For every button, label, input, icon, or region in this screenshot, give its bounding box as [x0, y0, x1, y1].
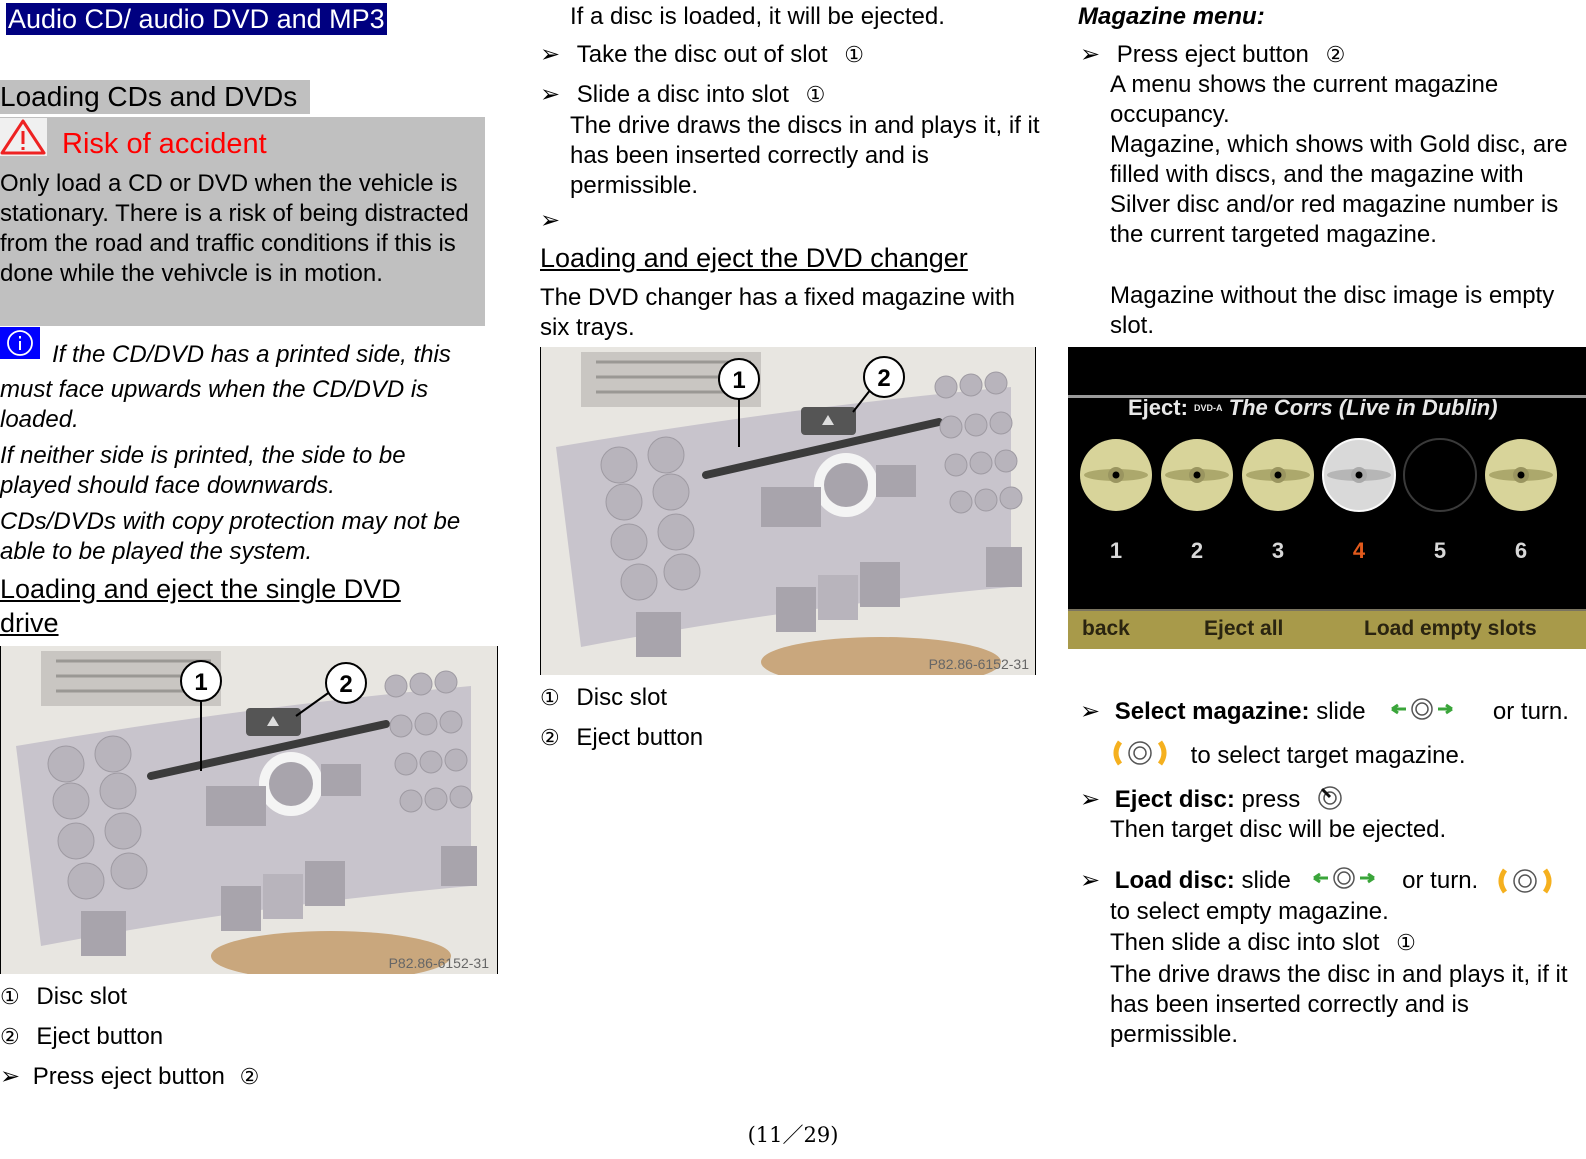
magazine-menu-heading: Magazine menu: — [1078, 3, 1265, 30]
legend-item-disc-slot: ① Disc slot — [540, 684, 668, 711]
press-detail-2: Magazine, which shows with Gold disc, ar… — [1110, 131, 1568, 248]
warning-box: Risk of accident Only load a CD or DVD w… — [0, 117, 485, 326]
info-note-3: CDs/DVDs with copy protection may not be… — [0, 508, 461, 565]
eject-title: Eject: DVD-A The Corrs (Live in Dublin) — [1128, 395, 1498, 420]
disc-slot-1-filled-icon[interactable] — [1077, 436, 1155, 514]
warning-title: Risk of accident — [62, 128, 267, 160]
menu-load-empty-slots[interactable]: Load empty slots — [1364, 615, 1537, 643]
disc-slot-number: 2 — [1190, 538, 1204, 563]
dvd-audio-badge-icon: DVD-A — [1194, 403, 1223, 413]
photo-code: P82.86-6152-31 — [929, 656, 1030, 672]
section-heading-dvd-changer: Loading and eject the DVD changer — [540, 243, 968, 273]
marker-2-icon: ② — [540, 725, 560, 750]
legend-item-eject-button: ② Eject button — [540, 724, 704, 751]
marker-1-icon: ① — [540, 685, 560, 710]
bullet-arrow-icon: ➢ — [1080, 867, 1101, 894]
legend-item-eject-button: ② Eject button — [0, 1023, 164, 1050]
disc-slot-number: 3 — [1271, 538, 1285, 563]
section-heading-single-drive: Loading and eject the single DVD drive — [0, 574, 401, 638]
info-note-1: must face upwards when the CD/DVD is loa… — [0, 375, 480, 435]
page-title: Audio CD/ audio DVD and MP3 — [6, 3, 387, 35]
callout-2: 2 — [339, 671, 352, 698]
continuation-text: If a disc is loaded, it will be ejected. — [570, 3, 945, 30]
head-unit-illustration: 1 2 P82.86-6152-31 — [1, 646, 497, 974]
press-controller-icon — [1317, 785, 1343, 819]
disc-slot-number: 4 — [1352, 538, 1366, 563]
changer-description: The DVD changer has a fixed magazine wit… — [540, 284, 1015, 341]
info-icon — [0, 327, 40, 359]
bullet-arrow-icon: ➢ — [540, 41, 561, 68]
single-drive-photo: 1 2 P82.86-6152-31 — [0, 646, 498, 974]
bullet-arrow-icon: ➢ — [1080, 786, 1101, 813]
step-select-magazine: ➢ Select magazine: slide or turn. — [1080, 697, 1586, 728]
step-load-disc-detail: The drive draws the disc in and plays it… — [1110, 961, 1568, 1048]
empty-step-bullet: ➢ — [540, 207, 561, 234]
disc-slot-5-empty-icon[interactable] — [1401, 436, 1479, 514]
bullet-arrow-icon: ➢ — [1080, 698, 1101, 725]
step-press-eject: ➢ Press eject button ② — [0, 1063, 260, 1090]
turn-controller-icon — [1108, 738, 1172, 776]
marker-2-icon: ② — [1325, 42, 1346, 67]
step-slide-disc-detail: The drive draws the discs in and plays i… — [570, 112, 1040, 199]
menu-eject-all[interactable]: Eject all — [1204, 615, 1283, 643]
step-take-disc: ➢ Take the disc out of slot ① — [540, 41, 864, 68]
disc-slot-2-filled-icon[interactable] — [1158, 436, 1236, 514]
disc-slot-6-filled-icon[interactable] — [1482, 436, 1560, 514]
step-load-disc-line3: Then slide a disc into slot ① — [1110, 929, 1416, 956]
bullet-arrow-icon: ➢ — [0, 1063, 21, 1090]
warning-triangle-icon — [0, 118, 47, 156]
info-note-1-line1: If the CD/DVD has a printed side, this — [52, 341, 451, 368]
head-unit-illustration: 1 2 P82.86-6152-31 — [541, 347, 1035, 675]
marker-1-icon: ① — [844, 42, 864, 67]
disc-slot-4-selected-icon[interactable] — [1320, 436, 1398, 514]
info-note-2: If neither side is printed, the side to … — [0, 442, 406, 499]
step-select-magazine-line2: to select target magazine. — [1108, 738, 1466, 776]
press-detail-3: Magazine without the disc image is empty… — [1110, 282, 1555, 339]
marker-2-icon: ② — [0, 1024, 20, 1049]
bullet-arrow-icon: ➢ — [540, 81, 561, 108]
callout-2: 2 — [877, 365, 890, 392]
step-eject-disc: ➢ Eject disc: press — [1080, 785, 1343, 819]
callout-1: 1 — [732, 367, 745, 394]
turn-controller-icon — [1493, 866, 1557, 904]
magazine-menu-screen: Eject: DVD-A The Corrs (Live in Dublin) … — [1068, 347, 1586, 649]
callout-1: 1 — [194, 669, 207, 696]
dvd-changer-photo: 1 2 P82.86-6152-31 — [540, 347, 1036, 675]
disc-slot-number: 1 — [1109, 538, 1123, 563]
marker-2-icon: ② — [239, 1064, 260, 1089]
legend-item-disc-slot: ① Disc slot — [0, 983, 128, 1010]
step-load-disc-line2: to select empty magazine. — [1110, 898, 1389, 925]
marker-1-icon: ① — [1396, 930, 1416, 955]
disc-slot-3-filled-icon[interactable] — [1239, 436, 1317, 514]
bullet-arrow-icon: ➢ — [1080, 41, 1101, 68]
disc-slot-number: 6 — [1514, 538, 1528, 563]
step-press-eject: ➢ Press eject button ② — [1080, 41, 1346, 68]
warning-text: Only load a CD or DVD when the vehicle i… — [0, 170, 469, 287]
photo-code: P82.86-6152-31 — [389, 955, 490, 971]
info-note-1-continuation: must face upwards when the CD/DVD is loa… — [0, 376, 429, 433]
marker-1-icon: ① — [0, 984, 20, 1009]
marker-1-icon: ① — [805, 82, 826, 107]
step-eject-disc-detail: Then target disc will be ejected. — [1110, 816, 1447, 843]
menu-back[interactable]: back — [1082, 615, 1130, 643]
slide-controller-icon — [1312, 866, 1376, 897]
menu-bar: back Eject all Load empty slots — [1068, 611, 1586, 649]
section-heading-loading: Loading CDs and DVDs — [0, 80, 310, 114]
slide-controller-icon — [1390, 697, 1454, 728]
step-slide-disc: ➢ Slide a disc into slot ① — [540, 81, 826, 108]
disc-slot-number: 5 — [1433, 538, 1447, 563]
page-number: (11／29) — [747, 1123, 839, 1147]
press-detail-1: A menu shows the current magazine occupa… — [1110, 71, 1499, 128]
